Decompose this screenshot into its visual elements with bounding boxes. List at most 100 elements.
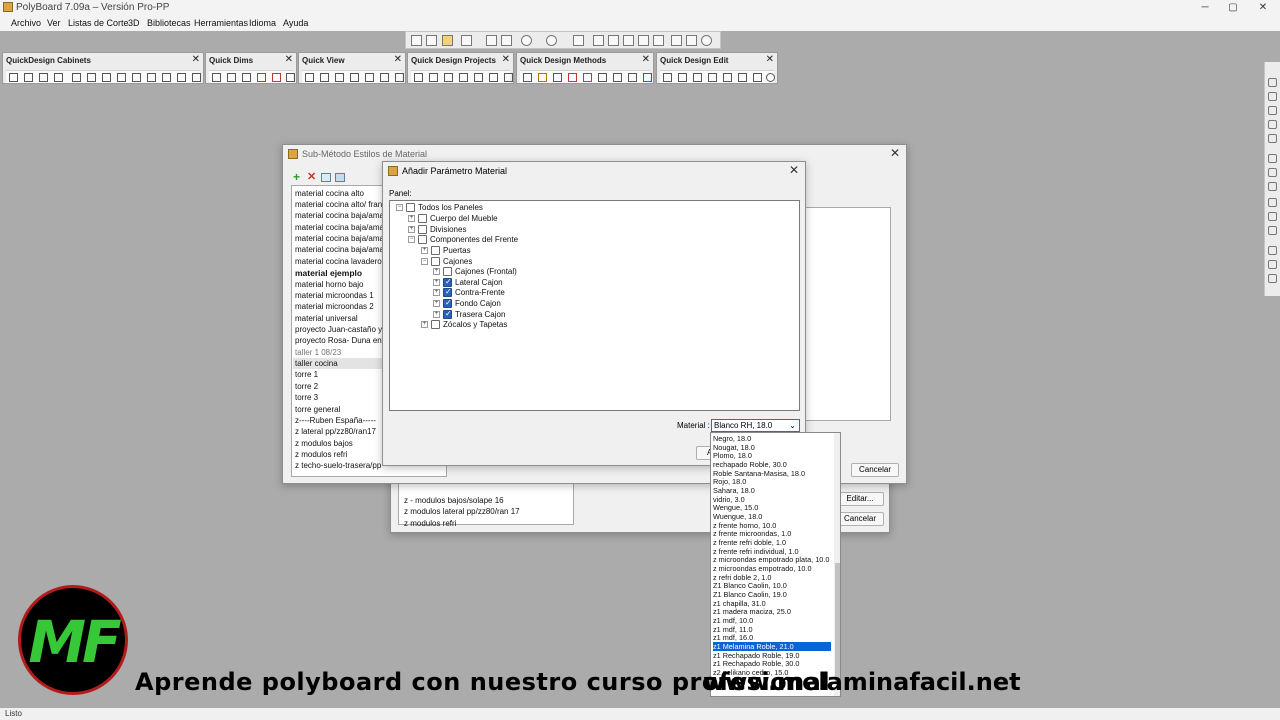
side-panel-icon[interactable] [132,73,141,82]
checkbox[interactable] [443,267,452,276]
edit-button[interactable]: Editar... [836,492,884,506]
frame-icon[interactable] [192,73,201,82]
view-label-icon[interactable] [1268,134,1277,143]
dropdown-option[interactable]: z1 Rechapado Roble, 30.0 [713,659,831,668]
close-window-button[interactable]: ✕ [1248,0,1278,15]
view-left-icon[interactable] [335,73,344,82]
dropdown-option[interactable]: z1 madera maciza, 25.0 [713,607,831,616]
dropdown-option[interactable]: z frente refri doble, 1.0 [713,538,831,547]
expand-icon[interactable]: + [421,321,428,328]
dropdown-option[interactable]: Negro, 18.0 [713,434,831,443]
dropdown-option[interactable]: z1 mdf, 16.0 [713,633,831,642]
menu-ayuda[interactable]: Ayuda [283,18,308,28]
undo-icon[interactable] [521,35,532,46]
settings-icon[interactable] [766,73,775,82]
table-icon[interactable] [444,73,453,82]
dropdown-option[interactable]: Plomo, 18.0 [713,451,831,460]
close-icon[interactable]: ✕ [642,54,650,65]
light-icon[interactable] [1268,260,1277,269]
expand-icon[interactable]: + [433,268,440,275]
view-front-icon[interactable] [305,73,314,82]
vertical-dim-icon[interactable] [212,73,221,82]
dropdown-option[interactable]: z microondas empotrado, 10.0 [713,564,831,573]
lines-icon[interactable] [504,73,513,82]
method-yellow-icon[interactable] [538,73,547,82]
templates-icon[interactable] [426,35,437,46]
export-icon[interactable] [573,35,584,46]
cube-iso-icon[interactable] [1268,198,1277,207]
poly-shape-icon[interactable] [678,73,687,82]
cabinet-front-icon[interactable] [39,73,48,82]
rect-shape-icon[interactable] [663,73,672,82]
copy-icon[interactable] [653,35,664,46]
layers-icon[interactable] [474,73,483,82]
open-folder-icon[interactable] [442,35,453,46]
list-item[interactable]: z----Ruben España----- [295,416,376,425]
rotate-left-icon[interactable] [1268,92,1277,101]
list-item[interactable]: material horno bajo [295,280,363,289]
back-panel-icon[interactable] [162,73,171,82]
cube-front-icon[interactable] [1268,154,1277,163]
method-box-icon[interactable] [613,73,622,82]
close-icon[interactable]: ✕ [766,54,774,65]
move-icon[interactable] [723,73,732,82]
close-icon[interactable]: ✕ [192,54,200,65]
expand-icon[interactable]: + [433,289,440,296]
list-item[interactable]: material cocina lavadero-est [295,257,395,266]
list-item[interactable]: material cocina baja/amarre [295,234,394,243]
checkbox[interactable] [418,214,427,223]
expand-icon[interactable]: + [433,300,440,307]
box-icon[interactable] [608,35,619,46]
dropdown-option[interactable]: z1 mdf, 10.0 [713,616,831,625]
list-item[interactable]: z modulos lateral pp/zz80/ran 17 [404,507,520,516]
cross-icon[interactable] [738,73,747,82]
menu-3d[interactable]: 3D [128,18,140,28]
checkbox[interactable] [431,320,440,329]
close-icon[interactable]: ✕ [890,146,900,160]
cancel-button[interactable]: Cancelar [851,463,899,477]
checkbox-checked[interactable] [443,298,452,308]
pen-icon[interactable] [429,73,438,82]
material-select[interactable]: Blanco RH, 18.0 ⌄ [711,419,800,432]
panel-tree[interactable]: − Todos los Paneles + Cuerpo del Mueble + D… [389,200,800,411]
triangle-shape-icon[interactable] [693,73,702,82]
checkbox[interactable] [406,203,415,212]
dropdown-scrollbar[interactable] [834,433,840,696]
list-item[interactable]: material cocina alto/ frances [295,200,395,209]
list-item[interactable]: z lateral pp/zz80/ran17 [295,427,376,436]
orbit-icon[interactable] [1268,120,1277,129]
dropdown-option[interactable]: Z1 Blanco Caolin, 19.0 [713,590,831,599]
cube-top-icon[interactable] [1268,182,1277,191]
print-icon[interactable] [486,35,497,46]
method-magenta-icon[interactable] [553,73,562,82]
list-item[interactable]: z modulos bajos [295,439,353,448]
tools-icon[interactable] [686,35,697,46]
rotate-right-icon[interactable] [1268,106,1277,115]
preview-icon[interactable] [501,35,512,46]
expand-icon[interactable]: + [408,226,415,233]
list-item[interactable]: torre 2 [295,382,318,391]
top-panel-icon[interactable] [147,73,156,82]
wand-icon[interactable] [671,35,682,46]
expand-icon[interactable]: + [421,247,428,254]
checkbox-checked[interactable] [443,277,452,287]
door-icon[interactable] [72,73,81,82]
list-item[interactable]: material cocina baja/amarre [295,211,394,220]
list-item[interactable]: torre 3 [295,393,318,402]
checker-icon[interactable] [414,73,423,82]
checkbox[interactable] [431,257,440,266]
menu-bibliotecas[interactable]: Bibliotecas [147,18,191,28]
list-item[interactable]: torre 1 [295,370,318,379]
checkbox[interactable] [431,246,440,255]
cabinet-icon[interactable] [593,35,604,46]
info-icon[interactable] [701,35,712,46]
dropdown-option[interactable]: z microondas empotrado plata, 10.0 [713,555,831,564]
list-item[interactable]: z modulos refri [404,519,456,528]
dim-red-icon[interactable] [257,73,266,82]
import-icon[interactable] [335,173,345,182]
delete-icon[interactable]: ✕ [307,172,316,183]
cube-stack-icon[interactable] [1268,226,1277,235]
list-item[interactable]: material universal [295,314,358,323]
collapse-icon[interactable]: − [421,258,428,265]
checkbox-checked[interactable] [443,287,452,297]
